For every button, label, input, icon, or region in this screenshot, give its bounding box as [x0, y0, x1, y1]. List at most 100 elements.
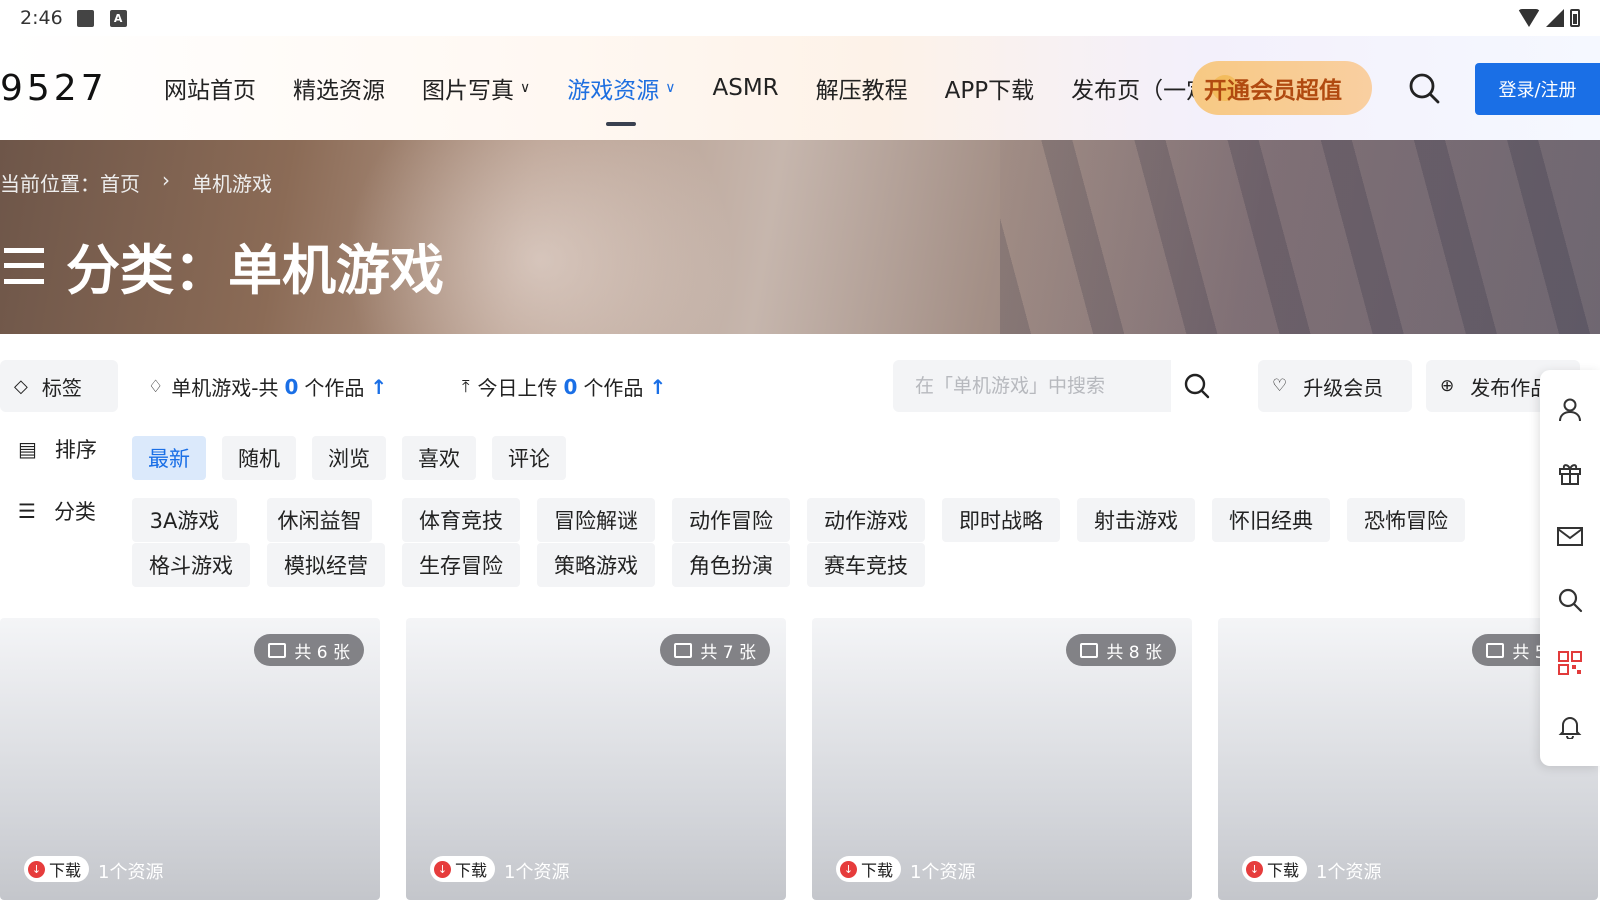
- image-icon: [268, 642, 287, 658]
- download-label: 下载: [861, 861, 894, 880]
- stat-total-number: 0: [284, 374, 299, 399]
- image-notification-icon: [76, 9, 94, 27]
- category-chip[interactable]: 动作游戏: [807, 498, 925, 542]
- search-icon[interactable]: [1555, 585, 1585, 615]
- nav-home[interactable]: 网站首页: [164, 36, 256, 140]
- gift-icon[interactable]: [1555, 458, 1585, 488]
- sort-option-likes[interactable]: 喜欢: [402, 436, 476, 480]
- a-notification-icon: A: [109, 9, 127, 27]
- sort-option-latest[interactable]: 最新: [132, 436, 206, 480]
- post-card[interactable]: 共 6 张 ↓ 下载 1个资源: [0, 618, 380, 900]
- sort-label: ▤ 排序: [18, 434, 97, 464]
- download-badge[interactable]: ↓ 下载: [836, 856, 902, 882]
- tag-label: 标签: [41, 375, 82, 400]
- nav-photos[interactable]: 图片写真 ∨: [422, 36, 530, 140]
- category-chip[interactable]: 格斗游戏: [132, 543, 250, 587]
- upgrade-vip-button[interactable]: ♡ 升级会员: [1258, 360, 1412, 412]
- main-nav: 网站首页 精选资源 图片写真 ∨ 游戏资源 ∨ ASMR 解压教程 APP下载 发布…: [164, 36, 1338, 140]
- diamond-icon: ♡: [1272, 376, 1288, 396]
- resource-count: 1个资源: [910, 862, 976, 883]
- image-count-badge: 共 8 张: [1066, 634, 1176, 666]
- category-chip[interactable]: 动作冒险: [672, 498, 790, 542]
- battery-icon: [1570, 9, 1580, 27]
- category-chip[interactable]: 休闲益智: [267, 498, 372, 542]
- category-chip[interactable]: 角色扮演: [672, 543, 790, 587]
- post-card[interactable]: 共 8 张 ↓ 下载 1个资源: [812, 618, 1192, 900]
- nav-featured[interactable]: 精选资源: [293, 36, 385, 140]
- sort-option-views[interactable]: 浏览: [312, 436, 386, 480]
- post-card[interactable]: 共 7 张 ↓ 下载 1个资源: [406, 618, 786, 900]
- category-label-text: 分类: [53, 500, 96, 524]
- post-grid: 共 6 张 ↓ 下载 1个资源 共 7 张 ↓ 下载 1个资源 共 8 张 ↓ 下载 …: [0, 618, 1600, 900]
- menu-icon: [4, 247, 44, 284]
- arrow-up-icon: ↑: [370, 374, 388, 399]
- stat-today-number: 0: [563, 374, 578, 399]
- image-icon: [1486, 642, 1505, 658]
- nav-label: 网站首页: [164, 78, 256, 104]
- bell-icon[interactable]: [1555, 711, 1585, 741]
- download-badge[interactable]: ↓ 下载: [1242, 856, 1308, 882]
- download-label: 下载: [1267, 861, 1300, 880]
- wifi-icon: [1518, 9, 1540, 27]
- header-search-button[interactable]: [1406, 70, 1442, 106]
- sort-option-random[interactable]: 随机: [222, 436, 296, 480]
- resource-count: 1个资源: [504, 862, 570, 883]
- category-label: ☰ 分类: [18, 496, 96, 526]
- nav-asmr[interactable]: ASMR: [713, 36, 779, 140]
- plus-circle-icon: ⊕: [1440, 376, 1455, 396]
- image-icon: [1080, 642, 1099, 658]
- category-chip[interactable]: 体育竞技: [402, 498, 520, 542]
- stat-total-prefix: 单机游戏-共: [171, 376, 279, 400]
- breadcrumb-separator: ›: [162, 168, 170, 192]
- nav-app-download[interactable]: APP下载: [945, 36, 1034, 140]
- tag-button[interactable]: ◇ 标签: [0, 360, 118, 412]
- floating-toolbar: [1540, 370, 1600, 766]
- category-chip[interactable]: 模拟经营: [267, 543, 385, 587]
- nav-label: APP下载: [944, 78, 1035, 104]
- main-content: ◇ 标签 ♢ 单机游戏-共 0 个作品 ↑ ⤒ 今日上传 0 个作品 ↑ ♡ 升…: [0, 334, 1600, 900]
- category-chip[interactable]: 3A游戏: [132, 498, 237, 542]
- download-badge[interactable]: ↓ 下载: [430, 856, 496, 882]
- user-icon[interactable]: [1555, 395, 1585, 425]
- nav-games[interactable]: 游戏资源 ∨: [567, 36, 675, 140]
- login-register-button[interactable]: 登录/注册: [1475, 63, 1600, 115]
- nav-label: 游戏资源: [567, 78, 660, 104]
- page-title-text: 分类：单机游戏: [66, 239, 444, 302]
- upgrade-label: 升级会员: [1303, 375, 1384, 400]
- nav-tutorials[interactable]: 解压教程: [816, 36, 908, 140]
- download-icon: ↓: [434, 860, 451, 878]
- category-chip[interactable]: 即时战略: [942, 498, 1060, 542]
- signal-icon: [1546, 9, 1564, 27]
- site-header: 9527 网站首页 精选资源 图片写真 ∨ 游戏资源 ∨ ASMR 解压教程 APP…: [0, 36, 1600, 140]
- qrcode-icon[interactable]: [1555, 648, 1585, 678]
- category-chip[interactable]: 射击游戏: [1077, 498, 1195, 542]
- category-chip[interactable]: 赛车竞技: [807, 543, 925, 587]
- search-icon: [1184, 373, 1210, 399]
- download-label: 下载: [49, 861, 82, 880]
- category-search-button[interactable]: [1171, 360, 1223, 412]
- vip-promo-pill[interactable]: 开通会员超值: [1192, 61, 1372, 115]
- breadcrumb-home-link[interactable]: 首页: [100, 168, 140, 197]
- total-works-stat: ♢ 单机游戏-共 0 个作品 ↑: [148, 372, 387, 401]
- nav-label: 解压教程: [815, 78, 908, 104]
- publish-label: 发布作品: [1470, 375, 1551, 400]
- mail-icon[interactable]: [1555, 521, 1585, 551]
- download-label: 下载: [455, 861, 488, 880]
- category-chip[interactable]: 恐怖冒险: [1347, 498, 1465, 542]
- image-count-text: 共 6 张: [294, 642, 350, 663]
- chevron-down-icon: ∨: [665, 80, 676, 96]
- category-chip[interactable]: 冒险解谜: [537, 498, 655, 542]
- page-title: 分类：单机游戏: [4, 226, 444, 305]
- stat-total-suffix: 个作品: [304, 376, 365, 400]
- image-count-badge: 共 7 张: [660, 634, 770, 666]
- arrow-up-icon: ↑: [649, 374, 667, 399]
- category-search-input[interactable]: [893, 360, 1173, 412]
- site-logo[interactable]: 9527: [0, 68, 108, 109]
- download-badge[interactable]: ↓ 下载: [24, 856, 90, 882]
- category-search: [893, 360, 1223, 412]
- category-chip[interactable]: 生存冒险: [402, 543, 520, 587]
- sort-option-comments[interactable]: 评论: [492, 436, 566, 480]
- category-chip[interactable]: 策略游戏: [537, 543, 655, 587]
- image-count-text: 共 8 张: [1106, 642, 1162, 663]
- category-chip[interactable]: 怀旧经典: [1212, 498, 1330, 542]
